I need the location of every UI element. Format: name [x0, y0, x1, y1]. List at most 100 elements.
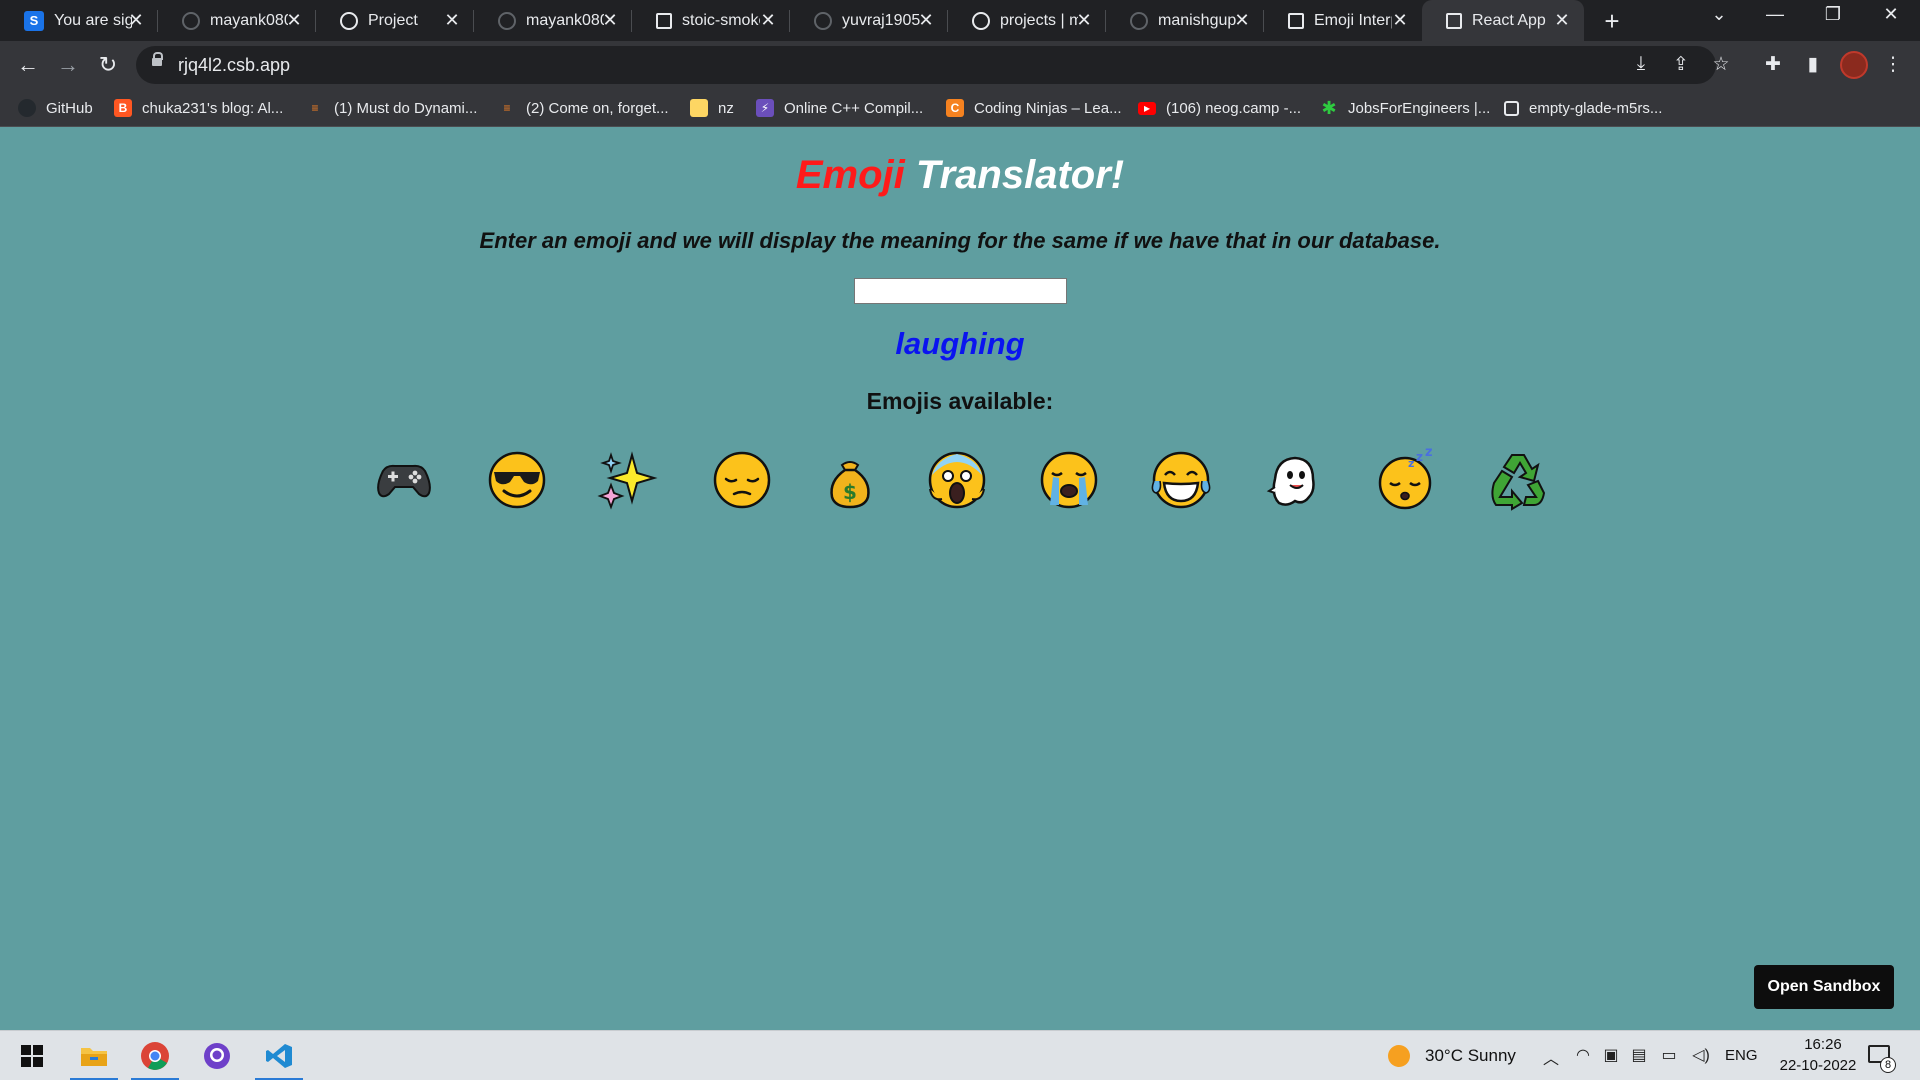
- tab-title: projects | m: [1000, 11, 1078, 29]
- notification-count-badge: 8: [1880, 1057, 1896, 1073]
- forward-icon[interactable]: →: [52, 49, 84, 81]
- clock-date[interactable]: 22-10-2022: [1768, 1057, 1868, 1074]
- smiling-face-with-sunglasses-icon[interactable]: [482, 445, 552, 515]
- meet-icon[interactable]: ▣: [1600, 1045, 1622, 1065]
- wifi-icon[interactable]: ◠: [1572, 1045, 1594, 1065]
- youtube-icon: ▸: [1138, 101, 1156, 115]
- stackexchange-icon: ≡: [311, 101, 319, 115]
- emoji-input[interactable]: [854, 278, 1067, 304]
- emoji-meaning: laughing: [895, 326, 1025, 361]
- profile-avatar[interactable]: [1840, 51, 1868, 79]
- browser-tab[interactable]: mayank0808 ✕: [474, 0, 632, 41]
- globe-icon: [972, 11, 990, 30]
- sleeping-face-icon[interactable]: zzz: [1370, 445, 1440, 515]
- menu-icon[interactable]: ⋮: [1880, 53, 1906, 76]
- bookmark-item[interactable]: C Coding Ninjas – Lea...: [946, 96, 1122, 120]
- weather-text[interactable]: 30°C Sunny: [1425, 1046, 1516, 1066]
- bookmark-item[interactable]: empty-glade-m5rs...: [1504, 96, 1662, 120]
- bookmark-item[interactable]: ≡ (2) Come on, forget...: [498, 96, 668, 120]
- tab-title: Project: [368, 11, 418, 29]
- bookmark-item[interactable]: ▸ (106) neog.camp -...: [1138, 96, 1301, 120]
- square-icon: [1446, 12, 1462, 29]
- share-icon[interactable]: ⇪: [1668, 53, 1694, 76]
- browser-tab[interactable]: stoic-smoke ✕: [632, 0, 790, 41]
- extensions-icon[interactable]: ✚: [1760, 53, 1786, 76]
- bookmark-item[interactable]: ✱ JobsForEngineers |...: [1320, 96, 1490, 120]
- github-desktop-icon[interactable]: [193, 1031, 241, 1080]
- tab-title: stoic-smoke: [682, 11, 760, 29]
- file-explorer-icon[interactable]: [70, 1031, 118, 1080]
- face-screaming-in-fear-icon[interactable]: [922, 445, 992, 515]
- close-icon[interactable]: ✕: [1232, 10, 1252, 31]
- browser-tabstrip: S You are signed ✕ mayank0808 ✕ Project …: [0, 0, 1920, 41]
- browser-tab[interactable]: yuvraj1905/ ✕: [790, 0, 948, 41]
- github-icon: [1130, 11, 1148, 30]
- close-icon[interactable]: ✕: [1390, 10, 1410, 31]
- blogger-icon: B: [114, 99, 132, 117]
- side-panel-icon[interactable]: ▮: [1800, 53, 1826, 76]
- close-icon[interactable]: ✕: [1552, 10, 1572, 31]
- window-close-icon[interactable]: ✕: [1876, 4, 1906, 25]
- close-icon[interactable]: ✕: [916, 10, 936, 31]
- windows-start-icon[interactable]: [8, 1031, 56, 1080]
- svg-text:z: z: [1408, 457, 1414, 470]
- clock-time[interactable]: 16:26: [1778, 1036, 1868, 1053]
- pensive-face-icon[interactable]: [707, 445, 777, 515]
- close-icon[interactable]: ✕: [126, 10, 146, 31]
- page-title: Emoji Translator!: [0, 153, 1920, 198]
- chrome-icon[interactable]: [131, 1031, 179, 1080]
- bookmark-item[interactable]: ≡ (1) Must do Dynami...: [306, 96, 477, 120]
- browser-tab[interactable]: Emoji Interp ✕: [1264, 0, 1422, 41]
- display-icon[interactable]: ▤: [1628, 1045, 1650, 1065]
- back-icon[interactable]: ←: [12, 49, 44, 81]
- battery-icon[interactable]: ▭: [1658, 1045, 1680, 1065]
- game-controller-icon[interactable]: [369, 445, 439, 515]
- bookmark-item[interactable]: B chuka231's blog: Al...: [114, 96, 283, 120]
- browser-tab[interactable]: projects | m ✕: [948, 0, 1106, 41]
- browser-tab[interactable]: S You are signed ✕: [0, 0, 158, 41]
- close-icon[interactable]: ✕: [284, 10, 304, 31]
- close-icon[interactable]: ✕: [600, 10, 620, 31]
- reload-icon[interactable]: ↻: [92, 49, 124, 81]
- bookmark-item[interactable]: ⚡ Online C++ Compil...: [756, 96, 923, 120]
- address-bar[interactable]: [136, 46, 1716, 84]
- tab-title: You are signed: [54, 11, 132, 29]
- stackexchange-icon: ≡: [503, 101, 511, 115]
- language-indicator[interactable]: ENG: [1725, 1047, 1758, 1064]
- bookmark-star-icon[interactable]: ☆: [1708, 53, 1734, 76]
- open-sandbox-button[interactable]: Open Sandbox: [1754, 965, 1894, 1009]
- minimize-icon[interactable]: —: [1760, 4, 1790, 25]
- emojis-available-heading: Emojis available:: [866, 388, 1054, 414]
- square-icon: [1288, 12, 1304, 29]
- close-icon[interactable]: ✕: [442, 10, 462, 31]
- volume-icon[interactable]: ◁): [1690, 1045, 1712, 1065]
- tab-title: mayank0808: [526, 11, 604, 29]
- recycling-symbol-icon[interactable]: [1482, 445, 1552, 515]
- chevron-up-icon[interactable]: ︿: [1540, 1045, 1562, 1069]
- bookmark-item[interactable]: nz: [690, 96, 734, 120]
- sparkles-icon[interactable]: [594, 445, 664, 515]
- svg-text:$: $: [843, 480, 857, 504]
- close-icon[interactable]: ✕: [1074, 10, 1094, 31]
- tab-title: mayank0808: [210, 11, 288, 29]
- browser-tab-active[interactable]: React App ✕: [1422, 0, 1584, 41]
- loudly-crying-face-icon[interactable]: [1034, 445, 1104, 515]
- vscode-icon[interactable]: [255, 1031, 303, 1080]
- codingninjas-icon: C: [946, 99, 964, 117]
- face-with-tears-of-joy-icon[interactable]: [1146, 445, 1216, 515]
- restore-icon[interactable]: ❐: [1818, 4, 1848, 25]
- square-icon: [1504, 100, 1519, 116]
- tab-search-icon[interactable]: ⌄: [1704, 4, 1734, 25]
- new-tab-icon[interactable]: +: [1598, 6, 1626, 37]
- svg-text:z: z: [1416, 450, 1423, 464]
- page-subtitle: Enter an emoji and we will display the m…: [479, 228, 1441, 253]
- close-icon[interactable]: ✕: [758, 10, 778, 31]
- browser-tab[interactable]: manishgupt ✕: [1106, 0, 1264, 41]
- bookmark-item[interactable]: GitHub: [18, 96, 93, 120]
- money-bag-icon[interactable]: $: [815, 445, 885, 515]
- ghost-icon[interactable]: [1257, 445, 1327, 515]
- browser-toolbar: ← → ↻ rjq4l2.csb.app ⤓ ⇪ ☆ ✚ ▮ ⋮: [0, 41, 1920, 89]
- browser-tab[interactable]: mayank0808 ✕: [158, 0, 316, 41]
- install-icon[interactable]: ⤓: [1628, 53, 1654, 75]
- browser-tab[interactable]: Project ✕: [316, 0, 474, 41]
